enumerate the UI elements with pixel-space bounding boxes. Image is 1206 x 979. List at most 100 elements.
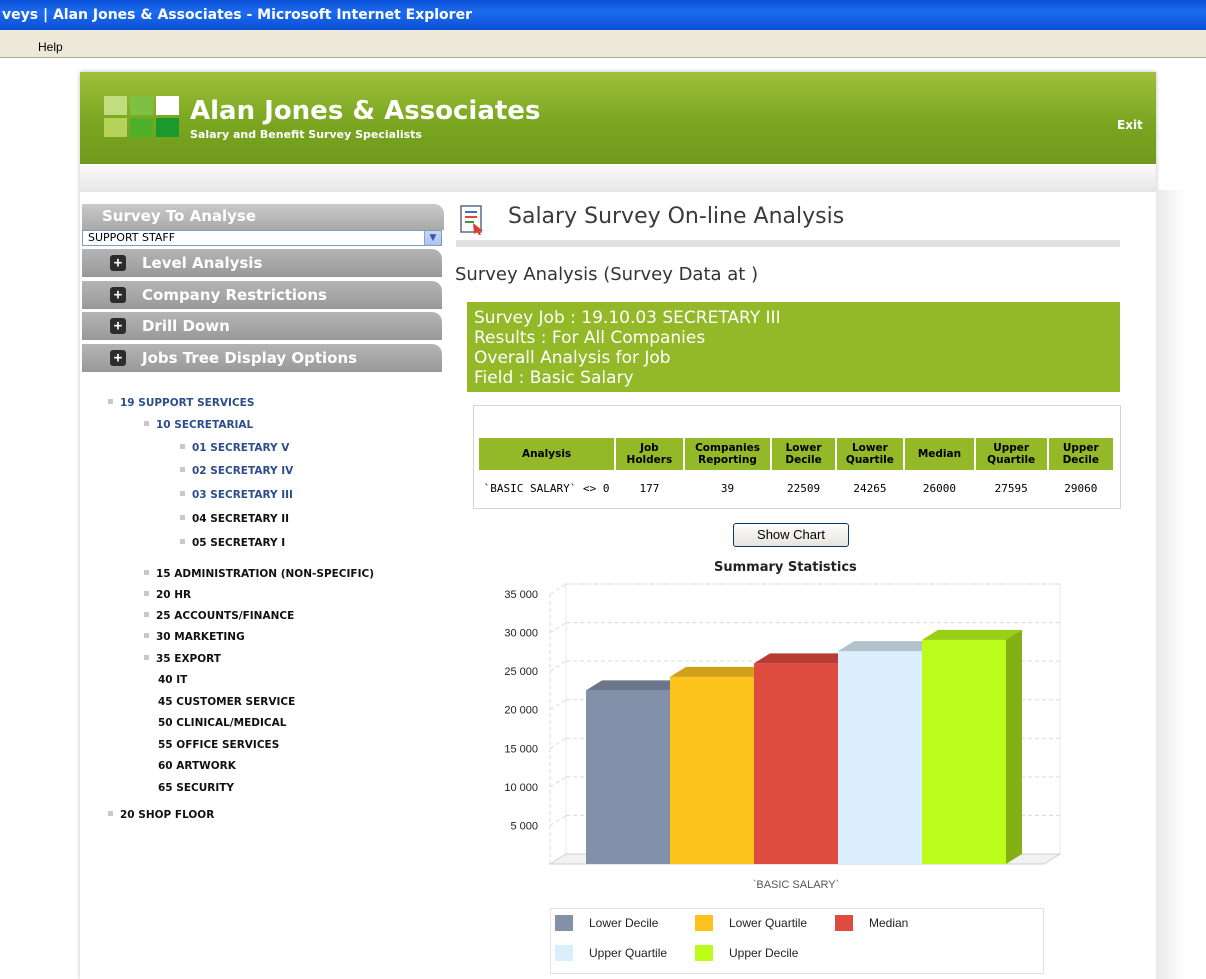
tree-item-label: 25 ACCOUNTS/FINANCE — [156, 610, 295, 622]
expand-icon[interactable]: + — [110, 318, 126, 334]
table-header-row: Analysis Job Holders Companies Reporting… — [479, 438, 1113, 470]
tree-item[interactable]: 45 CUSTOMER SERVICE — [158, 696, 295, 708]
tree-item[interactable]: 20 SHOP FLOOR — [108, 809, 214, 821]
col-median: Median — [905, 438, 974, 470]
info-survey-job: Survey Job : 19.10.03 SECRETARY III — [474, 308, 781, 328]
tree-item[interactable]: 15 ADMINISTRATION (NON-SPECIFIC) — [144, 568, 374, 580]
bar-median — [754, 663, 838, 864]
expand-icon[interactable]: + — [110, 350, 126, 366]
bar-lower-quartile — [670, 676, 754, 864]
survey-to-analyse-header: Survey To Analyse — [82, 204, 444, 230]
bar-upper-decile — [922, 639, 1006, 864]
col-lower-quartile: Lower Quartile — [836, 438, 904, 470]
section-jobs-tree-options[interactable]: + Jobs Tree Display Options — [82, 344, 442, 372]
section-drill-down[interactable]: + Drill Down — [82, 312, 442, 340]
gridline — [549, 699, 567, 711]
section-label: Jobs Tree Display Options — [142, 349, 358, 367]
tree-item-label: 01 SECRETARY V — [192, 442, 290, 454]
tree-item-label: 50 CLINICAL/MEDICAL — [158, 717, 287, 729]
bullet-icon — [108, 399, 113, 404]
cell-lower-quartile: 24265 — [853, 481, 887, 495]
bullet-icon — [180, 467, 185, 472]
tree-item[interactable]: 05 SECRETARY I — [180, 537, 285, 549]
tree-item[interactable]: 02 SECRETARY IV — [180, 465, 293, 477]
page-edge-shadow — [1156, 190, 1206, 979]
tree-item[interactable]: 19 SUPPORT SERVICES — [108, 397, 254, 409]
tree-item-label: 05 SECRETARY I — [192, 537, 286, 549]
tree-item-label: 02 SECRETARY IV — [192, 465, 294, 477]
col-lower-decile: Lower Decile — [772, 438, 835, 470]
page-title: Salary Survey On-line Analysis — [508, 204, 845, 229]
tree-item-label: 30 MARKETING — [156, 631, 245, 643]
legend-label: Upper Decile — [729, 946, 799, 960]
y-tick-label: 35 000 — [504, 589, 538, 601]
legend-swatch — [835, 915, 853, 931]
section-level-analysis[interactable]: + Level Analysis — [82, 249, 442, 277]
y-tick-label: 30 000 — [504, 628, 538, 640]
tree-item-label: 45 CUSTOMER SERVICE — [158, 696, 296, 708]
bullet-icon — [180, 444, 185, 449]
chevron-down-icon[interactable]: ▼ — [424, 231, 441, 245]
analysis-title: Survey Analysis (Survey Data at ) — [455, 264, 759, 285]
y-tick-label: 15 000 — [504, 743, 538, 755]
tree-item[interactable]: 50 CLINICAL/MEDICAL — [158, 717, 286, 729]
gridline — [549, 776, 567, 788]
tree-item[interactable]: 04 SECRETARY II — [180, 513, 289, 525]
tree-item[interactable]: 60 ARTWORK — [158, 760, 236, 772]
bullet-icon — [144, 633, 149, 638]
col-analysis: Analysis — [479, 438, 615, 470]
bar-side — [1006, 629, 1022, 864]
bullet-icon — [144, 421, 149, 426]
bullet-icon — [144, 655, 149, 660]
bullet-icon — [180, 539, 185, 544]
tree-item[interactable]: 20 HR — [144, 589, 191, 601]
section-company-restrictions[interactable]: + Company Restrictions — [82, 281, 442, 309]
info-overall: Overall Analysis for Job — [474, 348, 671, 368]
show-chart-button[interactable]: Show Chart — [733, 523, 849, 547]
col-upper-quartile: Upper Quartile — [975, 438, 1047, 470]
legend-swatch — [555, 915, 573, 931]
tree-item[interactable]: 55 OFFICE SERVICES — [158, 739, 279, 751]
exit-link[interactable]: Exit — [1117, 118, 1143, 132]
bar-lower-decile — [586, 690, 670, 864]
company-logo — [104, 96, 180, 140]
legend-label: Lower Quartile — [729, 916, 808, 930]
cell-upper-quartile: 27595 — [994, 481, 1028, 495]
bullet-icon — [180, 491, 185, 496]
legend-label: Lower Decile — [589, 916, 659, 930]
section-label: Level Analysis — [142, 254, 263, 272]
gridline — [549, 622, 567, 633]
legend-swatch — [555, 945, 573, 961]
menu-item-help[interactable]: Help — [38, 40, 63, 54]
tree-item[interactable]: 01 SECRETARY V — [180, 442, 289, 454]
window-title: veys | Alan Jones & Associates - Microso… — [2, 7, 472, 23]
y-tick-label: 25 000 — [504, 666, 538, 678]
tree-item-label: 20 HR — [156, 589, 192, 601]
gridline — [549, 660, 567, 672]
tree-item[interactable]: 25 ACCOUNTS/FINANCE — [144, 610, 294, 622]
col-upper-decile: Upper Decile — [1048, 438, 1113, 470]
cell-job-holders: 177 — [639, 481, 660, 495]
expand-icon[interactable]: + — [110, 255, 126, 271]
tree-item[interactable]: 40 IT — [158, 674, 187, 686]
survey-select[interactable]: SUPPORT STAFF ▼ — [82, 230, 442, 246]
chart-title: Summary Statistics — [714, 560, 857, 575]
tree-item-label: 10 SECRETARIAL — [156, 419, 254, 431]
legend-label: Upper Quartile — [589, 946, 668, 960]
legend-swatch — [695, 945, 713, 961]
tree-item-label: 35 EXPORT — [156, 653, 221, 665]
survey-select-value: SUPPORT STAFF — [88, 231, 176, 244]
tree-item-label: 40 IT — [158, 674, 188, 686]
tree-item[interactable]: 10 SECRETARIAL — [144, 419, 253, 431]
results-table: Analysis Job Holders Companies Reporting… — [477, 436, 1115, 506]
col-job-holders: Job Holders — [616, 438, 683, 470]
tree-item-label: 65 SECURITY — [158, 782, 234, 794]
tree-item[interactable]: 30 MARKETING — [144, 631, 245, 643]
expand-icon[interactable]: + — [110, 287, 126, 303]
section-label: Company Restrictions — [142, 286, 327, 304]
tree-item[interactable]: 35 EXPORT — [144, 653, 221, 665]
tree-item[interactable]: 03 SECRETARY III — [180, 489, 293, 501]
tree-item-label: 19 SUPPORT SERVICES — [120, 397, 255, 409]
bullet-icon — [144, 570, 149, 575]
tree-item[interactable]: 65 SECURITY — [158, 782, 234, 794]
